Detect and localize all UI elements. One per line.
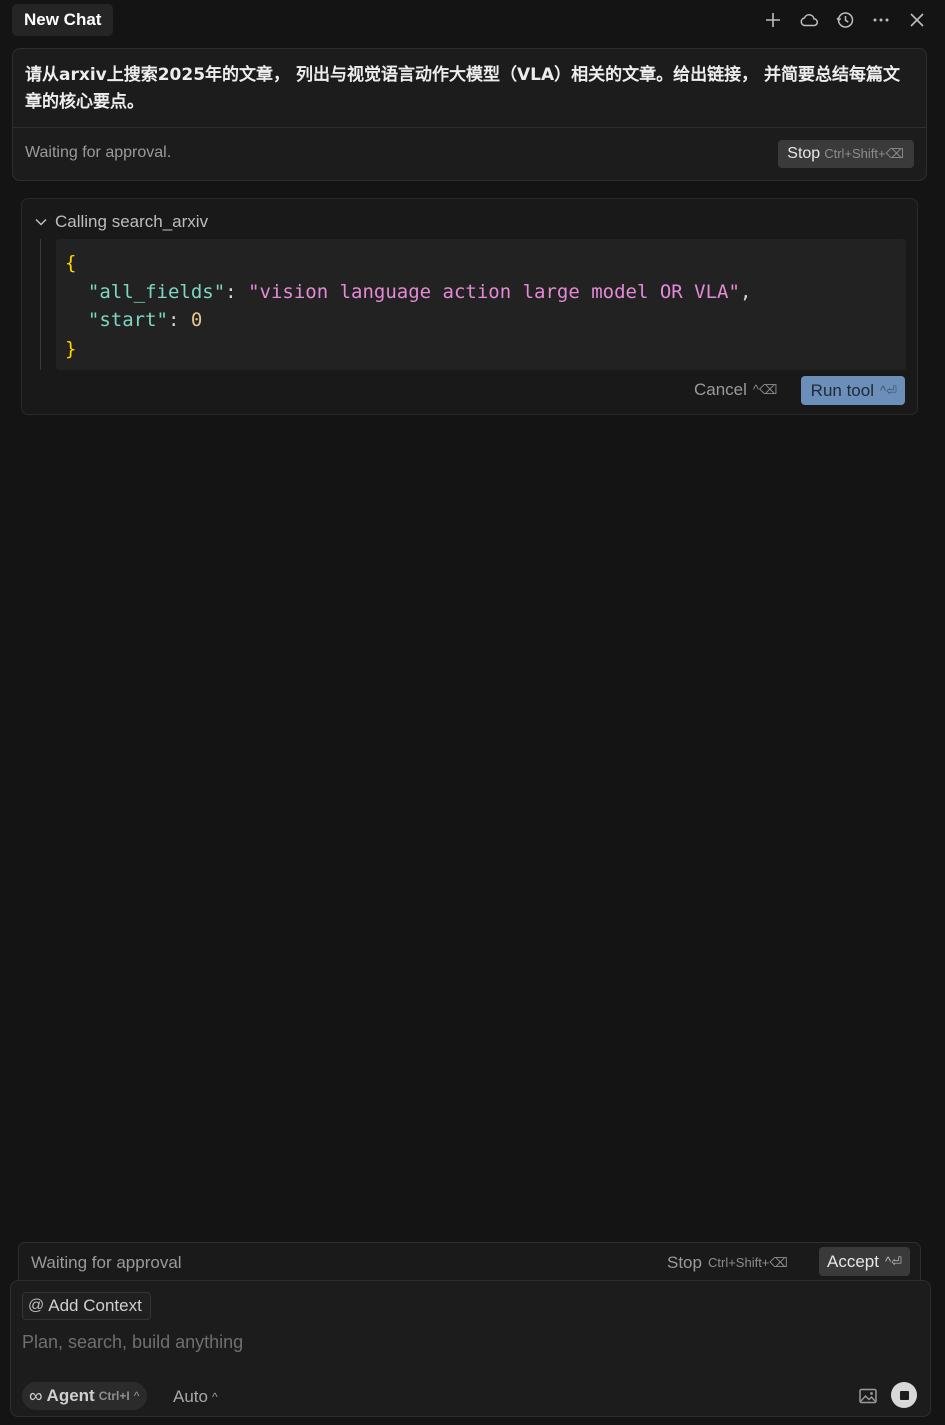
tool-call-card: Calling search_arxiv { "all_fields": "vi… <box>21 198 918 415</box>
model-selector[interactable]: Auto ^ <box>173 1387 218 1407</box>
stop-button[interactable]: Stop Ctrl+Shift+⌫ <box>778 140 914 168</box>
add-context-label: Add Context <box>48 1296 142 1315</box>
cancel-button[interactable]: Cancel ^⌫ <box>694 380 777 400</box>
run-tool-button[interactable]: Run tool ^⏎ <box>800 376 905 405</box>
composer: @ Add Context ∞ Agent Ctrl+I ^ Auto ^ <box>10 1280 931 1417</box>
top-actions <box>763 8 927 32</box>
close-icon[interactable] <box>907 8 927 32</box>
user-message-card: 请从arxiv上搜索2025年的文章， 列出与视觉语言动作大模型（VLA）相关的… <box>12 48 927 181</box>
at-icon: @ <box>28 1297 45 1314</box>
approval-stop-label: Stop <box>667 1253 702 1272</box>
chat-tab-title[interactable]: New Chat <box>12 4 114 36</box>
divider <box>13 127 926 128</box>
cloud-icon[interactable] <box>799 8 819 32</box>
cancel-shortcut: ^⌫ <box>752 382 778 397</box>
chevron-down-icon[interactable] <box>33 214 49 230</box>
stop-shortcut: Ctrl+Shift+⌫ <box>824 146 904 161</box>
agent-mode-label: Agent <box>46 1386 95 1405</box>
stop-generation-button[interactable] <box>891 1382 917 1408</box>
agent-mode-button[interactable]: ∞ Agent Ctrl+I ^ <box>22 1382 148 1410</box>
agent-mode-shortcut: Ctrl+I <box>98 1389 130 1403</box>
json-key-start: "start" <box>87 309 168 331</box>
plus-icon[interactable] <box>763 8 783 32</box>
accept-button[interactable]: Accept ^⏎ <box>819 1247 910 1276</box>
tool-call-header[interactable]: Calling search_arxiv <box>33 212 208 232</box>
accept-shortcut: ^⏎ <box>885 1253 902 1269</box>
chevron-up-icon: ^ <box>211 1390 218 1404</box>
json-close-brace: } <box>65 337 77 360</box>
run-tool-shortcut: ^⏎ <box>880 382 897 398</box>
history-icon[interactable] <box>835 8 855 32</box>
stop-button-label: Stop <box>787 145 821 162</box>
infinity-icon: ∞ <box>29 1385 43 1407</box>
top-bar: New Chat <box>0 0 945 42</box>
cancel-button-label: Cancel <box>694 380 747 399</box>
image-icon[interactable] <box>858 1386 878 1406</box>
accept-button-label: Accept <box>827 1251 879 1271</box>
json-open-brace: { <box>65 252 77 274</box>
json-value-all-fields: "vision language action large model OR V… <box>248 280 740 303</box>
approval-stop-shortcut: Ctrl+Shift+⌫ <box>707 1255 788 1270</box>
approval-status-text: Waiting for approval. <box>25 144 172 161</box>
tool-call-title: Calling search_arxiv <box>55 212 209 231</box>
approval-bar-status: Waiting for approval <box>31 1253 182 1272</box>
add-context-button[interactable]: @ Add Context <box>22 1292 151 1320</box>
chevron-up-icon: ^ <box>133 1389 140 1403</box>
run-tool-label: Run tool <box>810 380 874 400</box>
code-rail <box>40 239 41 370</box>
json-key-all-fields: "all_fields" <box>87 280 226 303</box>
stop-icon <box>899 1390 909 1400</box>
tool-arguments-code: { "all_fields": "vision language action … <box>56 239 906 370</box>
model-selector-label: Auto <box>173 1387 208 1406</box>
approval-stop-button[interactable]: Stop Ctrl+Shift+⌫ <box>667 1253 788 1273</box>
approval-bar: Waiting for approval Stop Ctrl+Shift+⌫ A… <box>18 1242 921 1282</box>
json-value-start: 0 <box>190 309 203 331</box>
more-icon[interactable] <box>871 8 891 32</box>
user-message-text: 请从arxiv上搜索2025年的文章， 列出与视觉语言动作大模型（VLA）相关的… <box>25 65 901 112</box>
chat-input[interactable] <box>22 1329 912 1355</box>
